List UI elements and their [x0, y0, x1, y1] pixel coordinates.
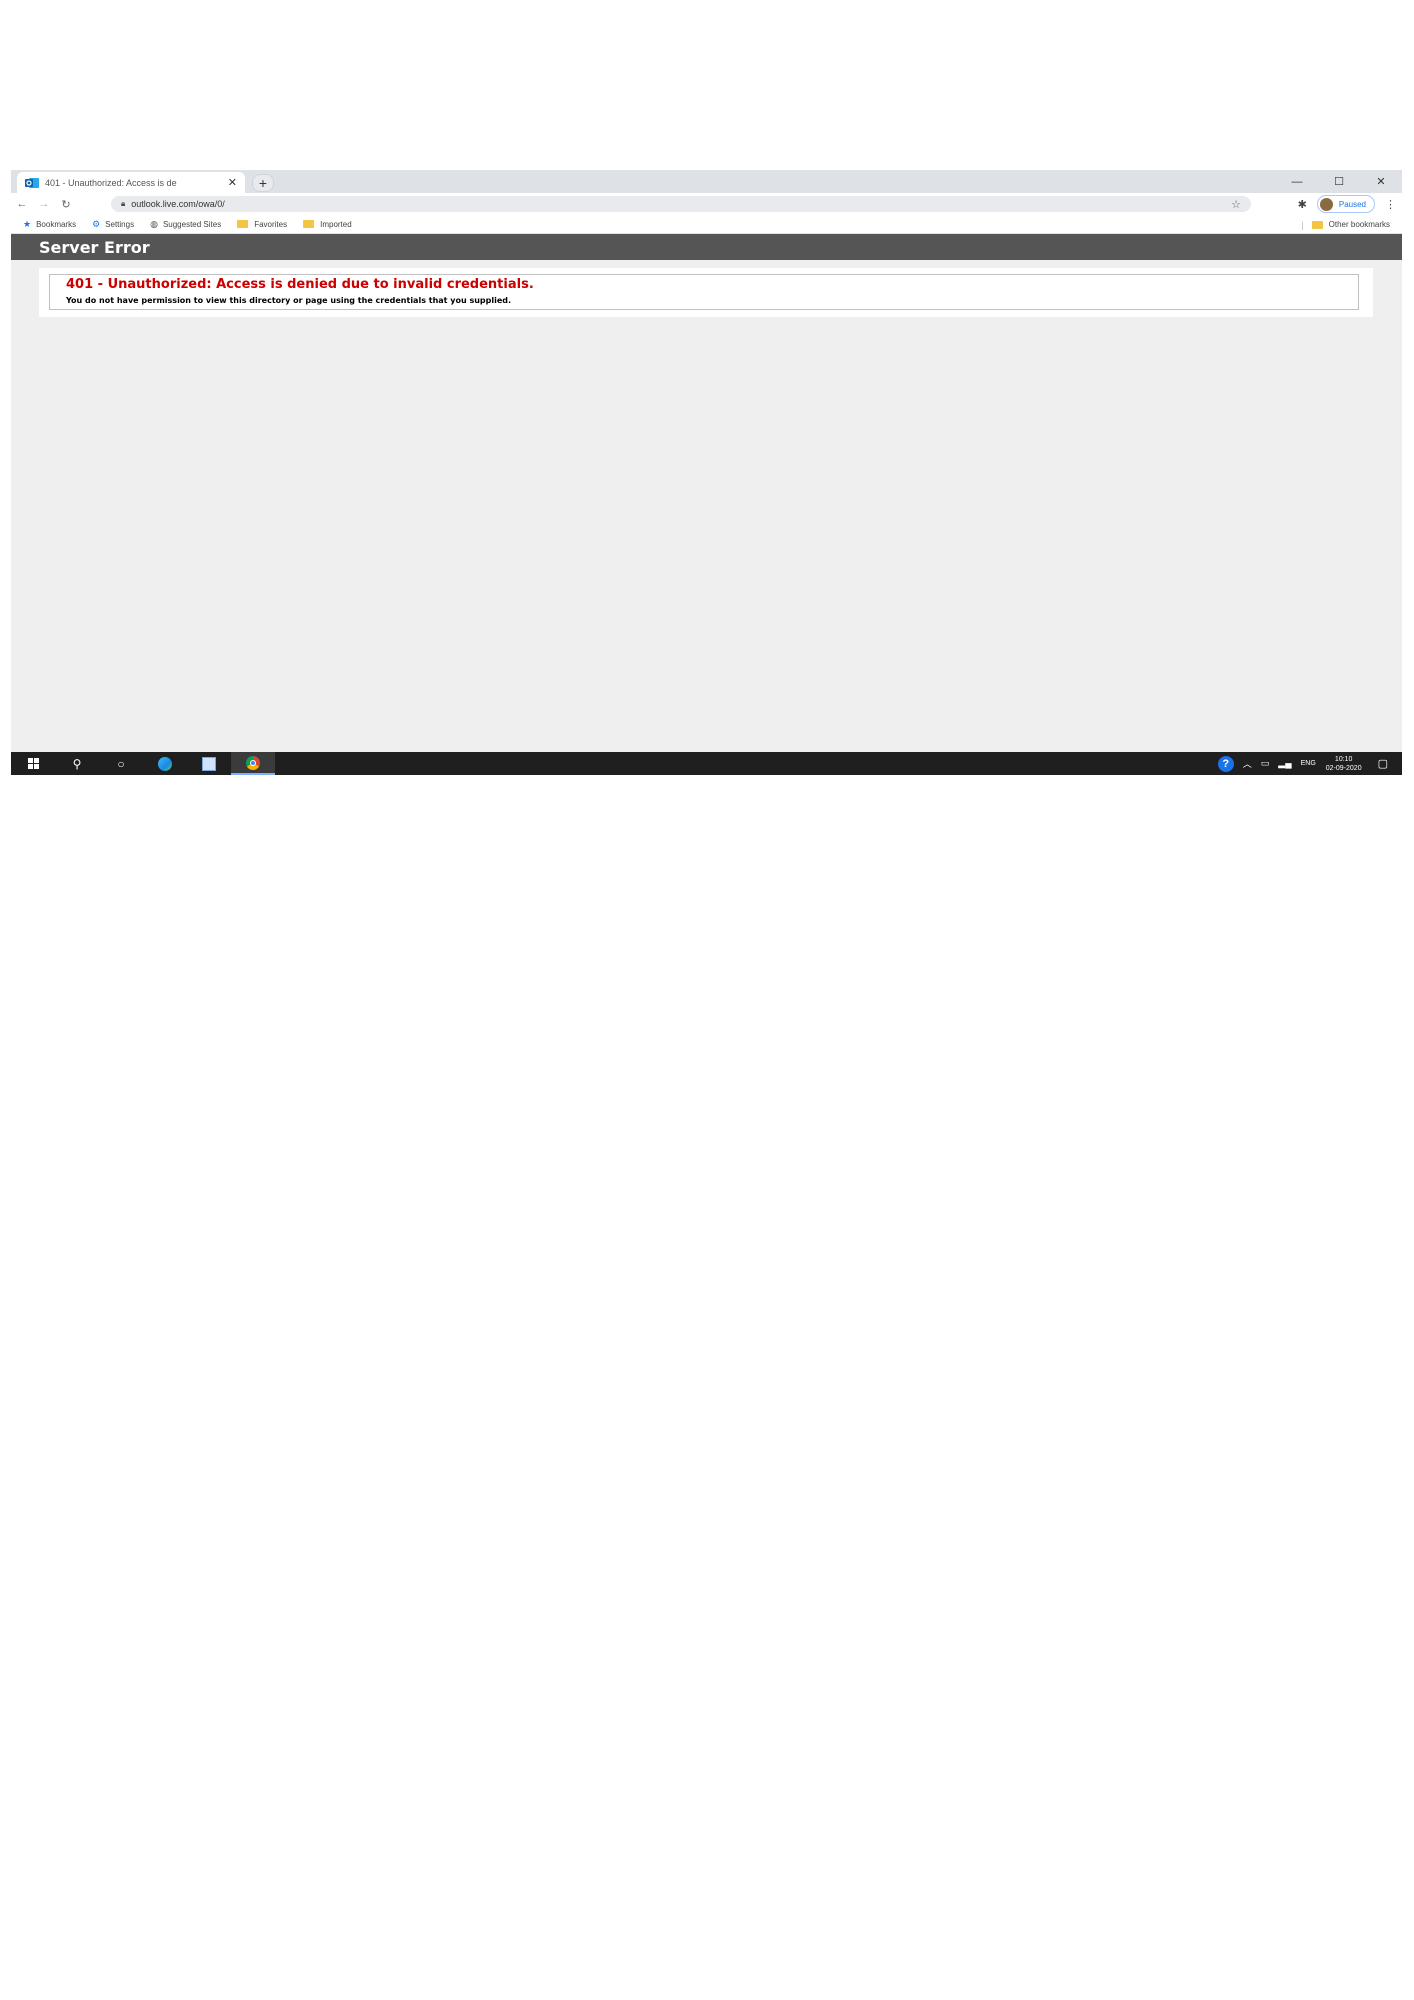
page-title: Server Error: [39, 237, 150, 257]
minimize-icon[interactable]: —: [1276, 170, 1318, 193]
error-title: 401 - Unauthorized: Access is denied due…: [66, 277, 534, 292]
network-icon[interactable]: ▂▄: [1278, 758, 1291, 769]
lock-icon: 🔒︎: [121, 199, 126, 208]
new-tab-button[interactable]: +: [252, 174, 274, 192]
notification-icon[interactable]: ▢: [1378, 757, 1388, 770]
window-controls: — ☐ ✕: [1276, 170, 1402, 193]
bookmark-imported[interactable]: Imported: [303, 220, 352, 229]
bookmark-label: Suggested Sites: [162, 219, 222, 229]
other-bookmarks[interactable]: | Other bookmarks: [1301, 215, 1390, 234]
bookmark-label: Settings: [105, 219, 135, 229]
bookmark-suggested-sites[interactable]: ◍ Suggested Sites: [150, 219, 221, 230]
taskbar: ⚲ ○ ? ︿ ▭ ▂▄ ENG 10:10 02-09-2020 ▢: [11, 752, 1402, 775]
url-text: outlook.live.com/owa/0/: [131, 199, 225, 209]
bookmark-label: Favorites: [254, 219, 288, 229]
profile-button[interactable]: Paused: [1316, 195, 1375, 213]
tab-active[interactable]: 401 - Unauthorized: Access is de ✕: [17, 172, 245, 193]
clock-date: 02-09-2020: [1325, 764, 1362, 772]
tab-strip: 401 - Unauthorized: Access is de ✕ + — ☐…: [11, 170, 1402, 193]
error-content: 401 - Unauthorized: Access is denied due…: [39, 268, 1373, 317]
server-error-header: Server Error: [11, 234, 1402, 260]
other-bookmarks-label: Other bookmarks: [1328, 220, 1390, 229]
extensions-icon[interactable]: ✱: [1298, 198, 1307, 211]
folder-icon: [1311, 220, 1323, 229]
tab-title: 401 - Unauthorized: Access is de: [45, 177, 177, 188]
address-bar[interactable]: 🔒︎ outlook.live.com/owa/0/ ☆: [111, 196, 1251, 212]
clock-time: 10:10: [1334, 755, 1353, 763]
error-fieldset: 401 - Unauthorized: Access is denied due…: [49, 274, 1359, 310]
tab-close-icon[interactable]: ✕: [228, 176, 237, 189]
toolbar-right: ✱ Paused ⋮: [1298, 195, 1396, 213]
clock[interactable]: 10:10 02-09-2020: [1326, 755, 1362, 773]
forward-icon[interactable]: →: [33, 193, 55, 215]
folder-icon: [237, 220, 249, 228]
bookmark-label: Bookmarks: [36, 219, 77, 229]
bookmark-favorites[interactable]: Favorites: [237, 220, 287, 229]
bookmark-star-icon[interactable]: ☆: [1231, 198, 1241, 211]
language-indicator[interactable]: ENG: [1301, 760, 1316, 767]
bookmark-label: Imported: [320, 219, 352, 229]
outlook-icon: [25, 177, 39, 189]
reload-icon[interactable]: ↻: [55, 193, 77, 215]
chevron-up-icon[interactable]: ︿: [1243, 757, 1252, 770]
error-description: You do not have permission to view this …: [66, 296, 512, 305]
back-icon[interactable]: ←: [11, 193, 33, 215]
battery-icon[interactable]: ▭: [1261, 758, 1270, 769]
bookmark-separator: |: [1301, 219, 1304, 230]
profile-label: Paused: [1338, 199, 1366, 209]
search-icon[interactable]: ⚲: [55, 752, 99, 775]
globe-icon: ◍: [150, 218, 158, 229]
browser-toolbar: ← → ↻ 🔒︎ outlook.live.com/owa/0/ ☆ ✱ Pau…: [11, 193, 1402, 215]
system-tray: ? ︿ ▭ ▂▄ ENG 10:10 02-09-2020 ▢: [1217, 752, 1402, 775]
bookmark-bookmarks[interactable]: ★ Bookmarks: [23, 219, 76, 230]
edge-icon[interactable]: [143, 752, 187, 775]
close-icon[interactable]: ✕: [1360, 170, 1402, 193]
bookmarks-bar: ★ Bookmarks ⚙ Settings ◍ Suggested Sites…: [11, 215, 1402, 234]
start-icon[interactable]: [11, 752, 55, 775]
avatar: [1319, 197, 1333, 211]
gear-icon: ⚙: [92, 218, 101, 229]
help-icon[interactable]: ?: [1217, 755, 1234, 772]
folder-icon: [303, 220, 315, 228]
star-icon: ★: [23, 218, 32, 229]
maximize-icon[interactable]: ☐: [1318, 170, 1360, 193]
bookmark-settings[interactable]: ⚙ Settings: [92, 219, 134, 230]
screen: 401 - Unauthorized: Access is de ✕ + — ☐…: [11, 170, 1402, 775]
page-content: Server Error 401 - Unauthorized: Access …: [11, 234, 1402, 752]
menu-icon[interactable]: ⋮: [1385, 198, 1396, 211]
task-view-icon[interactable]: ○: [99, 752, 143, 775]
store-icon[interactable]: [187, 752, 231, 775]
chrome-icon[interactable]: [231, 752, 275, 775]
